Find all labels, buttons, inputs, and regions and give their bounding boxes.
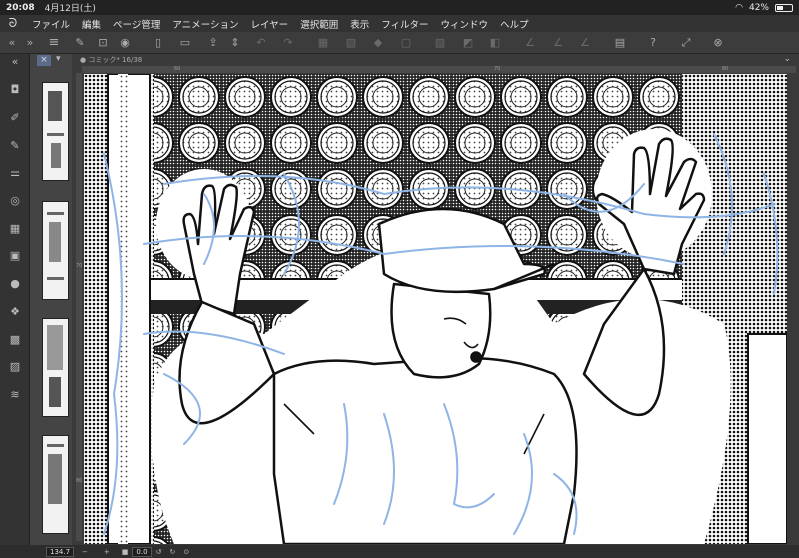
menu-page[interactable]: ページ管理 bbox=[107, 17, 166, 31]
navigator-icon[interactable]: ◎ bbox=[7, 193, 23, 209]
page-manager-panel: × ▾ bbox=[30, 54, 72, 545]
menu-help[interactable]: ヘルプ bbox=[494, 17, 535, 31]
menu-animation[interactable]: アニメーション bbox=[166, 17, 244, 31]
app-logo-icon[interactable]: ᘐ bbox=[0, 16, 26, 31]
clock-date: 4月12日(土) bbox=[44, 4, 96, 14]
page-thumbnail[interactable] bbox=[42, 435, 69, 534]
status-bar: 20:08 4月12日(土) ◠ 42% bbox=[0, 0, 799, 15]
ruler-snap-icon[interactable]: ⊗ bbox=[710, 35, 726, 51]
layer-search-icon[interactable]: ▨ bbox=[7, 359, 23, 375]
clear-icon[interactable]: ▦ bbox=[315, 35, 331, 51]
page-thumbnail[interactable] bbox=[42, 201, 69, 300]
fill-icon[interactable]: ◆ bbox=[370, 35, 386, 51]
page-thumbnail[interactable] bbox=[42, 318, 69, 417]
save-icon[interactable]: ⇪ bbox=[205, 35, 221, 51]
menu-filter[interactable]: フィルター bbox=[375, 17, 434, 31]
menu-edit[interactable]: 編集 bbox=[76, 17, 107, 31]
rotation-field[interactable]: 0.0 bbox=[132, 546, 152, 557]
crop-icon[interactable]: ▧ bbox=[343, 35, 359, 51]
battery-percent: 42% bbox=[748, 2, 769, 13]
bottom-bar: 134.7 − + ■ 0.0 ↺ ↻ ⊙ bbox=[0, 545, 799, 558]
color-palette-icon[interactable]: ▦ bbox=[7, 221, 23, 237]
fit-icon[interactable]: ⤢ bbox=[678, 35, 694, 51]
vertical-ruler: 70 80 bbox=[76, 73, 82, 541]
undo-icon[interactable]: ↶ bbox=[253, 35, 269, 51]
sliders-icon[interactable]: ⚌ bbox=[7, 165, 23, 181]
subview-icon[interactable]: ▩ bbox=[7, 332, 23, 348]
horizontal-ruler: 60 70 80 bbox=[82, 66, 796, 73]
close-panel-icon[interactable]: × bbox=[37, 55, 51, 66]
invert-icon[interactable]: ◧ bbox=[487, 35, 503, 51]
page-thumbnail[interactable] bbox=[42, 82, 69, 181]
stop-icon[interactable]: ■ bbox=[122, 548, 129, 556]
ruler-icon[interactable]: ∠ bbox=[522, 35, 538, 51]
deselect-icon[interactable]: ◩ bbox=[460, 35, 476, 51]
ruler-tick: 80 bbox=[76, 478, 83, 484]
clock-time: 20:08 bbox=[6, 2, 35, 13]
transform-icon[interactable]: ▢ bbox=[398, 35, 414, 51]
tool-strip: « ◘ ✐ ✎ ⚌ ◎ ▦ ▣ ● ❖ ▩ ▨ ≋ bbox=[0, 54, 30, 545]
expand-icon[interactable]: » bbox=[22, 35, 38, 51]
battery-icon bbox=[775, 3, 793, 12]
camera-icon[interactable]: ◘ bbox=[7, 82, 23, 98]
updown-icon[interactable]: ⇕ bbox=[227, 35, 243, 51]
layer-icon[interactable]: ▤ bbox=[612, 35, 628, 51]
layers-icon[interactable]: ≋ bbox=[7, 387, 23, 403]
ruler-tick: 60 bbox=[174, 66, 181, 72]
chevron-down-icon[interactable]: ⌄ bbox=[783, 54, 791, 64]
status-right: ◠ 42% bbox=[735, 3, 793, 13]
ruler2-icon[interactable]: ∠ bbox=[550, 35, 566, 51]
record-icon[interactable]: ◉ bbox=[117, 35, 133, 51]
new-page-icon[interactable]: ▯ bbox=[150, 35, 166, 51]
menu-view[interactable]: 表示 bbox=[344, 17, 375, 31]
rotate-left-icon[interactable]: ↺ bbox=[156, 548, 162, 556]
app-window: 20:08 4月12日(土) ◠ 42% ᘐ ファイル 編集 ページ管理 アニメ… bbox=[0, 0, 799, 558]
cut-icon[interactable]: ✎ bbox=[72, 35, 88, 51]
collapse-icon[interactable]: « bbox=[4, 35, 20, 51]
ruler-tick: 70 bbox=[76, 263, 83, 269]
canvas-area: ● コミック* 16/38 ⌄ 60 70 80 70 80 bbox=[72, 54, 799, 545]
menu-icon[interactable]: ≡ bbox=[46, 35, 62, 51]
material-icon[interactable]: ❖ bbox=[7, 304, 23, 320]
panel-menu-icon[interactable]: ▾ bbox=[56, 54, 61, 64]
menu-window[interactable]: ウィンドウ bbox=[435, 17, 495, 31]
layer-property-icon[interactable]: ▣ bbox=[7, 248, 23, 264]
wifi-icon: ◠ bbox=[735, 2, 743, 13]
rotate-right-icon[interactable]: ↻ bbox=[169, 548, 175, 556]
ruler-tick: 80 bbox=[722, 66, 729, 72]
reset-rotation-icon[interactable]: ⊙ bbox=[183, 548, 189, 556]
help-icon[interactable]: ? bbox=[645, 35, 661, 51]
ruler3-icon[interactable]: ∠ bbox=[577, 35, 593, 51]
menu-selection[interactable]: 選択範囲 bbox=[294, 17, 344, 31]
open-folder-icon[interactable]: ▭ bbox=[177, 35, 193, 51]
document-tab[interactable]: ● コミック* 16/38 bbox=[80, 55, 142, 65]
redo-icon[interactable]: ↷ bbox=[280, 35, 296, 51]
copy-icon[interactable]: ⊡ bbox=[95, 35, 111, 51]
artwork bbox=[84, 74, 787, 544]
collapse-left-icon[interactable]: « bbox=[7, 54, 23, 70]
command-bar: « » ≡ ✎ ⊡ ◉ ▯ ▭ ⇪ ⇕ ↶ ↷ ▦ ▧ ◆ ▢ ▨ ◩ ◧ ∠ … bbox=[0, 32, 799, 54]
zoom-out-button[interactable]: − bbox=[82, 548, 88, 556]
menu-file[interactable]: ファイル bbox=[26, 17, 76, 31]
ruler-tick: 70 bbox=[494, 66, 501, 72]
select-all-icon[interactable]: ▨ bbox=[432, 35, 448, 51]
zoom-in-button[interactable]: + bbox=[104, 548, 110, 556]
menu-layer[interactable]: レイヤー bbox=[244, 17, 294, 31]
drawing-canvas[interactable] bbox=[84, 74, 787, 544]
pen-icon[interactable]: ✐ bbox=[7, 110, 23, 126]
color-mixer-icon[interactable]: ● bbox=[7, 276, 23, 292]
brush-icon[interactable]: ✎ bbox=[7, 138, 23, 154]
zoom-field[interactable]: 134.7 bbox=[46, 546, 75, 557]
menu-bar: ᘐ ファイル 編集 ページ管理 アニメーション レイヤー 選択範囲 表示 フィル… bbox=[0, 15, 799, 32]
